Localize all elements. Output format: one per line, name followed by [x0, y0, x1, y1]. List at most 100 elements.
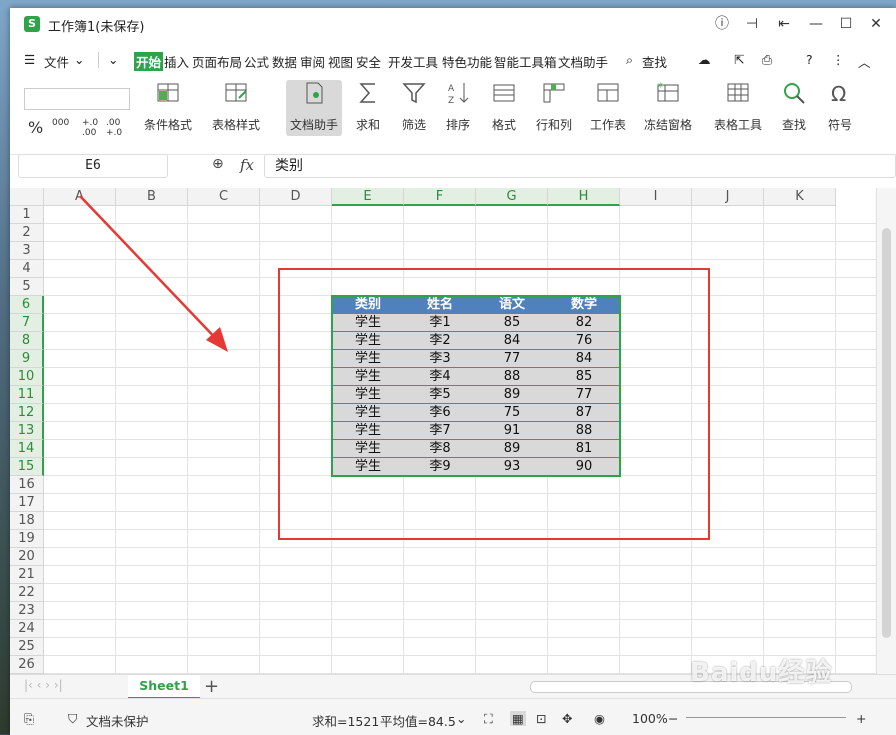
row-header-24[interactable]: 24 [10, 620, 44, 638]
table-cell[interactable]: 学生 [332, 314, 404, 332]
symbol-button[interactable]: Ω 符号 [812, 80, 868, 133]
row-header-13[interactable]: 13 [10, 422, 44, 440]
row-header-22[interactable]: 22 [10, 584, 44, 602]
menu-file[interactable]: 文件 [44, 52, 69, 71]
table-cell[interactable]: 88 [548, 422, 620, 440]
tab-developer[interactable]: 开发工具 [388, 52, 438, 71]
table-cell[interactable]: 82 [548, 314, 620, 332]
macro-icon[interactable]: ⎘ [24, 711, 34, 727]
table-cell[interactable]: 学生 [332, 386, 404, 404]
row-header-15[interactable]: 15 [10, 458, 44, 476]
row-header-20[interactable]: 20 [10, 548, 44, 566]
table-cell[interactable]: 85 [548, 368, 620, 386]
table-cell[interactable]: 77 [476, 350, 548, 368]
column-header-j[interactable]: J [692, 188, 764, 206]
help-icon[interactable]: ? [806, 52, 813, 67]
row-header-4[interactable]: 4 [10, 260, 44, 278]
row-header-25[interactable]: 25 [10, 638, 44, 656]
formula-input[interactable]: 类别 [264, 154, 896, 178]
cloud-icon[interactable]: ☁ [698, 52, 711, 67]
row-header-23[interactable]: 23 [10, 602, 44, 620]
row-header-12[interactable]: 12 [10, 404, 44, 422]
row-header-6[interactable]: 6 [10, 296, 44, 314]
table-cell[interactable]: 84 [476, 332, 548, 350]
tab-data[interactable]: 数据 [272, 52, 297, 71]
column-header-c[interactable]: C [188, 188, 260, 206]
tab-features[interactable]: 特色功能 [442, 52, 492, 71]
vertical-scrollbar[interactable] [876, 188, 896, 682]
zoom-out-icon[interactable]: − [668, 711, 678, 726]
table-cell[interactable]: 77 [548, 386, 620, 404]
column-header-d[interactable]: D [260, 188, 332, 206]
table-header-cell[interactable]: 姓名 [404, 296, 476, 314]
row-header-8[interactable]: 8 [10, 332, 44, 350]
row-header-5[interactable]: 5 [10, 278, 44, 296]
add-sheet-icon[interactable]: + [204, 676, 219, 697]
row-header-21[interactable]: 21 [10, 566, 44, 584]
reading-mode-icon[interactable]: ✥ [562, 711, 572, 726]
table-cell[interactable]: 李7 [404, 422, 476, 440]
quick-access-dropdown-icon[interactable]: ⌄ [108, 52, 118, 67]
table-cell[interactable]: 84 [548, 350, 620, 368]
status-dropdown-icon[interactable]: ⌄ [456, 711, 466, 726]
table-cell[interactable]: 学生 [332, 350, 404, 368]
pin-icon[interactable]: ⊣ [740, 14, 764, 34]
row-header-2[interactable]: 2 [10, 224, 44, 242]
table-cell[interactable]: 81 [548, 440, 620, 458]
table-cell[interactable]: 李9 [404, 458, 476, 476]
table-cell[interactable]: 学生 [332, 440, 404, 458]
collapse-ribbon-icon[interactable]: ︿ [858, 52, 871, 71]
table-cell[interactable]: 76 [548, 332, 620, 350]
table-cell[interactable]: 李4 [404, 368, 476, 386]
row-header-3[interactable]: 3 [10, 242, 44, 260]
thousands-format-button[interactable]: 000 [52, 118, 69, 128]
table-cell[interactable]: 学生 [332, 332, 404, 350]
column-header-b[interactable]: B [116, 188, 188, 206]
tab-formulas[interactable]: 公式 [244, 52, 269, 71]
table-cell[interactable]: 李2 [404, 332, 476, 350]
search-icon[interactable]: ⌕ [626, 52, 633, 68]
table-cell[interactable]: 93 [476, 458, 548, 476]
minimize-button[interactable]: — [804, 14, 828, 34]
more-icon[interactable]: ⋮ [832, 52, 845, 67]
spreadsheet-grid[interactable]: A B C D E F G H I J K 1 2 3 4 5 6 7 8 9 10 11 12 13 14 15 16 17 18 19… [10, 188, 876, 682]
column-header-k[interactable]: K [764, 188, 836, 206]
normal-view-icon[interactable]: ▦ [510, 711, 526, 726]
decrease-decimal-button[interactable]: .00 +.0 [106, 118, 126, 138]
column-header-h[interactable]: H [548, 188, 620, 206]
table-cell[interactable]: 87 [548, 404, 620, 422]
table-cell[interactable]: 李6 [404, 404, 476, 422]
column-header-e[interactable]: E [332, 188, 404, 206]
sheet-nav-arrows[interactable]: |‹ ‹ › ›| [24, 678, 63, 692]
zoom-in-icon[interactable]: + [856, 711, 866, 726]
table-style-button[interactable]: 表格样式 [208, 80, 264, 133]
table-cell[interactable]: 李8 [404, 440, 476, 458]
percent-format-button[interactable]: % [28, 118, 43, 137]
format-button[interactable]: 格式 [476, 80, 532, 133]
row-header-16[interactable]: 16 [10, 476, 44, 494]
table-header-cell[interactable]: 数学 [548, 296, 620, 314]
zoom-level[interactable]: 100% [632, 711, 668, 726]
table-cell[interactable]: 91 [476, 422, 548, 440]
row-header-26[interactable]: 26 [10, 656, 44, 674]
row-header-19[interactable]: 19 [10, 530, 44, 548]
row-header-7[interactable]: 7 [10, 314, 44, 332]
table-cell[interactable]: 李3 [404, 350, 476, 368]
table-cell[interactable]: 88 [476, 368, 548, 386]
table-cell[interactable]: 75 [476, 404, 548, 422]
sheet-tab-sheet1[interactable]: Sheet1 [128, 675, 200, 699]
tab-smart-toolbox[interactable]: 智能工具箱 [494, 52, 557, 71]
full-screen-icon[interactable]: ⛶ [484, 711, 493, 727]
table-cell[interactable]: 学生 [332, 404, 404, 422]
table-cell[interactable]: 学生 [332, 458, 404, 476]
fx-icon[interactable]: fx [240, 156, 254, 174]
table-cell[interactable]: 学生 [332, 422, 404, 440]
row-header-17[interactable]: 17 [10, 494, 44, 512]
table-tools-button[interactable]: 表格工具 [710, 80, 766, 133]
close-button[interactable]: ✕ [864, 14, 888, 34]
column-header-f[interactable]: F [404, 188, 476, 206]
table-cell[interactable]: 89 [476, 440, 548, 458]
share-icon[interactable]: ⇱ [734, 52, 744, 67]
number-format-dropdown[interactable] [24, 88, 130, 110]
rows-columns-button[interactable]: 行和列 [526, 80, 582, 133]
